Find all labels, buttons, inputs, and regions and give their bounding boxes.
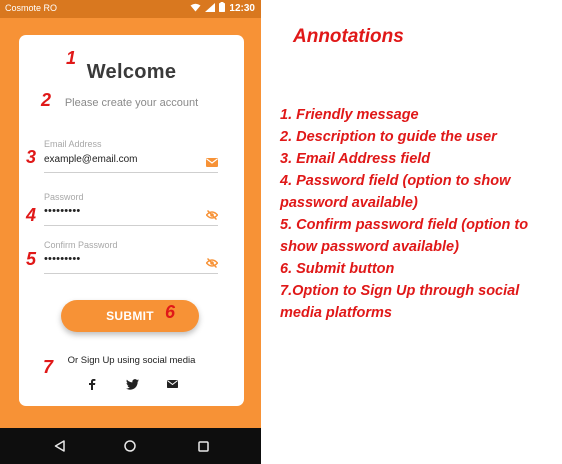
signup-card: Welcome Please create your account Email… <box>19 35 244 406</box>
annotation-item: 1. Friendly message <box>280 107 419 123</box>
status-bar: Cosmote RO 12:30 <box>0 0 261 18</box>
signal-icon <box>205 2 216 14</box>
phone-screen: Cosmote RO 12:30 Welcome Please create y… <box>0 0 261 464</box>
back-icon[interactable] <box>51 438 67 454</box>
password-value[interactable]: ••••••••• <box>44 205 80 217</box>
password-field[interactable]: Password ••••••••• <box>44 192 219 226</box>
annotation-item: 4. Password field (option to show passwo… <box>280 173 511 211</box>
welcome-title: Welcome <box>86 61 177 83</box>
marker-7: 7 <box>43 357 54 377</box>
marker-4: 4 <box>26 205 37 225</box>
email-icon[interactable] <box>165 377 179 391</box>
twitter-icon[interactable] <box>125 377 139 391</box>
annotation-item: 5. Confirm password field (option to sho… <box>280 217 529 255</box>
email-label: Email Address <box>44 139 102 149</box>
facebook-icon[interactable] <box>85 377 99 391</box>
annotation-item: 6. Submit button <box>280 261 395 277</box>
confirm-password-label: Confirm Password <box>44 240 118 250</box>
annotations-list: 1. Friendly message 2. Description to gu… <box>280 104 555 324</box>
marker-1: 1 <box>66 48 77 68</box>
android-nav-bar <box>0 428 261 464</box>
confirm-password-value[interactable]: ••••••••• <box>44 253 80 265</box>
marker-2: 2 <box>41 90 52 110</box>
annotations-title: Annotations <box>293 26 404 47</box>
marker-5: 5 <box>26 249 37 269</box>
marker-6: 6 <box>165 302 176 322</box>
confirm-password-field[interactable]: Confirm Password ••••••••• <box>44 240 219 274</box>
eye-off-icon[interactable] <box>205 255 219 268</box>
mail-icon <box>206 154 218 167</box>
password-label: Password <box>44 192 84 202</box>
home-icon[interactable] <box>122 438 138 454</box>
recents-icon[interactable] <box>195 438 211 454</box>
annotation-item: 3. Email Address field <box>280 151 431 167</box>
email-value[interactable]: example@email.com <box>44 154 138 165</box>
wifi-icon <box>190 3 201 14</box>
status-time: 12:30 <box>229 2 255 14</box>
submit-button[interactable]: SUBMIT <box>61 300 199 332</box>
marker-3: 3 <box>26 147 37 167</box>
email-field[interactable]: Email Address example@email.com <box>44 139 218 173</box>
annotation-item: 2. Description to guide the user <box>280 129 497 145</box>
battery-icon <box>219 2 226 14</box>
social-icons-row <box>85 377 179 391</box>
eye-off-icon[interactable] <box>205 207 219 220</box>
welcome-subtitle: Please create your account <box>64 97 199 109</box>
carrier-name: Cosmote RO <box>5 3 58 13</box>
annotation-item: 7.Option to Sign Up through social media… <box>280 283 520 321</box>
